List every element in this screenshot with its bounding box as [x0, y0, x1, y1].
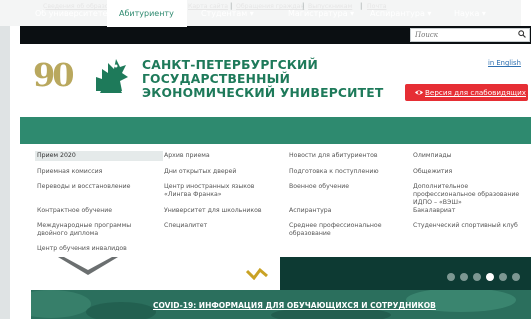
- dropdown-item-admission-archive[interactable]: Архив приема: [164, 152, 279, 160]
- slider-dot[interactable]: [512, 273, 520, 281]
- university-name-line3: ЭКОНОМИЧЕСКИЙ УНИВЕРСИТЕТ: [142, 86, 384, 100]
- hero-dark-panel: [280, 257, 531, 290]
- dropdown-item-contract-education[interactable]: Контрактное обучение: [37, 207, 157, 215]
- slider-dot-active[interactable]: [486, 273, 494, 281]
- slider-dot[interactable]: [447, 273, 455, 281]
- dropdown-item-transfers[interactable]: Переводы и восстановление: [37, 183, 157, 191]
- nav-applicants[interactable]: Абитуриенту: [107, 0, 187, 27]
- dropdown-item-double-degree[interactable]: Международные программы двойного диплома: [37, 222, 145, 238]
- slider-dot[interactable]: [499, 273, 507, 281]
- covid-info-link[interactable]: COVID-19: ИНФОРМАЦИЯ ДЛЯ ОБУЧАЮЩИХСЯ И С…: [153, 301, 436, 310]
- nav-postgraduate[interactable]: Аспирантура ▾: [370, 0, 431, 27]
- dropdown-item-admission-committee[interactable]: Приемная комиссия: [37, 168, 157, 176]
- nav-students[interactable]: Студентам ▾: [201, 0, 254, 27]
- nav-science[interactable]: Наука ▾: [454, 0, 486, 27]
- eye-icon: [415, 90, 423, 95]
- hero-slider[interactable]: [31, 257, 531, 290]
- slider-dot[interactable]: [460, 273, 468, 281]
- util-separator: |: [360, 2, 363, 10]
- university-name-line2: ГОСУДАРСТВЕННЫЙ: [142, 72, 291, 86]
- nav-masters[interactable]: Магистратура ▾: [288, 0, 354, 27]
- search-box[interactable]: [410, 28, 530, 42]
- dropdown-item-military-training[interactable]: Военное обучение: [289, 183, 404, 191]
- covid-info-banner[interactable]: COVID-19: ИНФОРМАЦИЯ ДЛЯ ОБУЧАЮЩИХСЯ И С…: [31, 290, 531, 319]
- chevron-down-icon: [58, 257, 118, 275]
- dropdown-item-disability-center[interactable]: Центр обучения инвалидов: [37, 245, 157, 253]
- low-vision-version-button[interactable]: Версия для слабовидящих: [405, 84, 528, 101]
- dropdown-item-bachelor[interactable]: Бакалавриат: [413, 207, 528, 215]
- dropdown-item-preparation[interactable]: Подготовка к поступлению: [289, 168, 404, 176]
- dropdown-item-open-days[interactable]: Дни открытых дверей: [164, 168, 279, 176]
- dropdown-item-dormitories[interactable]: Общежития: [413, 168, 528, 176]
- low-vision-version-label: Версия для слабовидящих: [425, 88, 526, 97]
- dropdown-item-continuing-education[interactable]: Дополнительное профессиональное образова…: [413, 183, 528, 207]
- main-navigation: [20, 117, 531, 144]
- dropdown-item-postgraduate[interactable]: Аспирантура: [289, 207, 404, 215]
- dropdown-item-applicant-news[interactable]: Новости для абитуриентов: [289, 152, 404, 160]
- dropdown-item-vocational[interactable]: Среднее профессиональное образование: [289, 222, 399, 238]
- dropdown-item-admission-2020[interactable]: Прием 2020: [35, 151, 163, 161]
- arrow-graphic-icon: [246, 267, 268, 280]
- dropdown-item-sports-club[interactable]: Студенческий спортивный клуб: [413, 222, 528, 230]
- university-name-line1: САНКТ-ПЕТЕРБУРГСКИЙ: [142, 58, 319, 72]
- dropdown-item-olympiads[interactable]: Олимпиады: [413, 152, 528, 160]
- dropdown-item-school-university[interactable]: Университет для школьников: [164, 207, 279, 215]
- search-input[interactable]: [415, 29, 507, 41]
- search-icon[interactable]: [518, 30, 526, 38]
- slider-dot[interactable]: [473, 273, 481, 281]
- dropdown-item-specialist[interactable]: Специалитет: [164, 222, 279, 230]
- dropdown-item-lingua-franca[interactable]: Центр иностранных языков «Лингва Франка»: [164, 183, 278, 199]
- anniversary-logo: 90: [33, 56, 74, 94]
- english-version-link[interactable]: in English: [488, 59, 521, 67]
- nav-about[interactable]: Об университете ▾: [35, 0, 114, 27]
- university-griffin-emblem-icon: [96, 59, 128, 93]
